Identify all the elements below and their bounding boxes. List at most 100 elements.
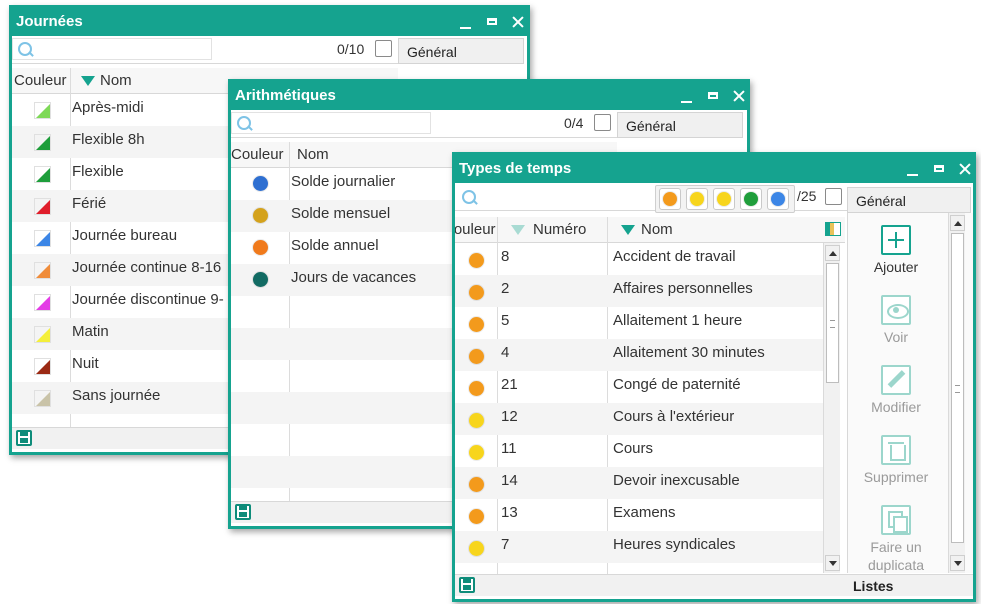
table-row[interactable]: 21 Congé de paternité [455, 371, 823, 403]
scroll-up-button[interactable] [950, 215, 965, 231]
sort-neutral-icon[interactable] [511, 225, 525, 235]
col-couleur[interactable]: Couleur [231, 146, 284, 163]
window-footer: Listes [455, 574, 973, 596]
select-all-checkbox[interactable] [375, 40, 392, 57]
tab-general[interactable]: Général [617, 112, 743, 138]
item-name: Sans journée [72, 387, 161, 404]
sort-desc-icon[interactable] [81, 76, 95, 86]
select-all-checkbox[interactable] [594, 114, 611, 131]
item-name: Férié [72, 195, 107, 212]
panel-scrollbar[interactable] [948, 213, 965, 573]
item-name: Journée bureau [72, 227, 178, 244]
view-label: Voir [883, 329, 909, 345]
table-row[interactable]: 13 Examens [455, 499, 823, 531]
save-icon[interactable] [16, 430, 32, 446]
filter-dot [663, 192, 677, 206]
table-row[interactable]: 7 Heures syndicales [455, 531, 823, 563]
row-numero: 8 [501, 248, 510, 265]
journees-titlebar[interactable]: Journées [12, 8, 527, 36]
close-icon[interactable] [728, 82, 747, 110]
color-swatch [34, 262, 51, 279]
save-icon[interactable] [459, 577, 475, 593]
search-input[interactable] [231, 112, 431, 134]
row-numero: 5 [501, 312, 510, 329]
row-nom: Allaitement 30 minutes [613, 344, 765, 361]
color-filter-button[interactable] [740, 188, 762, 210]
color-dot [469, 349, 484, 364]
table-row[interactable]: 2 Affaires personnelles [455, 275, 823, 307]
color-dot [469, 317, 484, 332]
edit-label: Modifier [871, 399, 921, 415]
minimize-icon[interactable] [902, 155, 924, 183]
sort-desc-icon[interactable] [621, 225, 635, 235]
row-numero: 13 [501, 504, 518, 521]
color-filter-button[interactable] [713, 188, 735, 210]
col-numero[interactable]: Numéro [533, 221, 586, 238]
search-icon [17, 41, 35, 59]
select-all-checkbox[interactable] [825, 188, 842, 205]
row-nom: Heures syndicales [613, 536, 736, 553]
search-icon [461, 189, 479, 207]
color-swatch [34, 294, 51, 311]
close-icon[interactable] [954, 155, 973, 183]
save-icon[interactable] [235, 504, 251, 520]
duplicate-label-1: Faire un [870, 539, 922, 555]
listes-tab[interactable]: Listes [853, 578, 893, 594]
table-row[interactable]: 5 Allaitement 1 heure [455, 307, 823, 339]
color-dot [469, 381, 484, 396]
trash-icon [881, 435, 911, 465]
color-dot [469, 445, 484, 460]
pencil-icon [881, 365, 911, 395]
col-couleur[interactable]: Couleur [14, 72, 67, 89]
row-nom: Congé de paternité [613, 376, 741, 393]
item-name: Solde journalier [291, 173, 396, 190]
types-titlebar[interactable]: Types de temps [455, 155, 973, 183]
search-bar: 0/4 [231, 110, 617, 138]
row-numero: 11 [501, 440, 517, 457]
minimize-icon[interactable] [455, 8, 477, 36]
minimize-icon[interactable] [676, 82, 698, 110]
duplicate-icon [881, 505, 911, 535]
close-icon[interactable] [507, 8, 527, 36]
table-row[interactable]: 14 Devoir inexcusable [455, 467, 823, 499]
result-count: 0/4 [564, 115, 584, 131]
col-couleur[interactable]: Couleur [455, 221, 496, 238]
scroll-thumb[interactable] [826, 263, 839, 383]
table-row[interactable]: 8 Accident de travail [455, 243, 823, 275]
color-filter-button[interactable] [767, 188, 789, 210]
color-dot [469, 413, 484, 428]
search-input[interactable] [12, 38, 212, 60]
color-swatch [34, 198, 51, 215]
item-name: Flexible [72, 163, 124, 180]
maximize-icon[interactable] [702, 82, 724, 110]
tab-general[interactable]: Général [847, 187, 971, 213]
scroll-thumb[interactable] [951, 233, 964, 543]
item-name: Nuit [72, 355, 99, 372]
color-swatch [34, 390, 51, 407]
column-settings-icon[interactable] [825, 222, 841, 236]
col-nom[interactable]: Nom [100, 72, 132, 89]
table-row[interactable]: 11 Cours [455, 435, 823, 467]
col-nom[interactable]: Nom [297, 146, 329, 163]
row-numero: 14 [501, 472, 518, 489]
window-title: Types de temps [459, 160, 572, 177]
scroll-down-button[interactable] [825, 555, 840, 571]
scroll-up-button[interactable] [825, 245, 840, 261]
table-row[interactable]: 12 Cours à l'extérieur [455, 403, 823, 435]
tab-general[interactable]: Général [398, 38, 524, 64]
list-scrollbar[interactable] [823, 243, 840, 573]
row-nom: Allaitement 1 heure [613, 312, 743, 329]
filter-dot [744, 192, 758, 206]
eye-icon [881, 295, 911, 325]
item-name: Solde mensuel [291, 205, 391, 222]
color-filter-button[interactable] [686, 188, 708, 210]
scroll-down-button[interactable] [950, 555, 965, 571]
table-row[interactable]: 4 Allaitement 30 minutes [455, 339, 823, 371]
maximize-icon[interactable] [928, 155, 950, 183]
swatch-fill [35, 295, 50, 310]
color-filter-button[interactable] [659, 188, 681, 210]
window-title: Journées [16, 13, 83, 30]
col-nom[interactable]: Nom [641, 221, 673, 238]
maximize-icon[interactable] [481, 8, 503, 36]
arithmetiques-titlebar[interactable]: Arithmétiques [231, 82, 747, 110]
